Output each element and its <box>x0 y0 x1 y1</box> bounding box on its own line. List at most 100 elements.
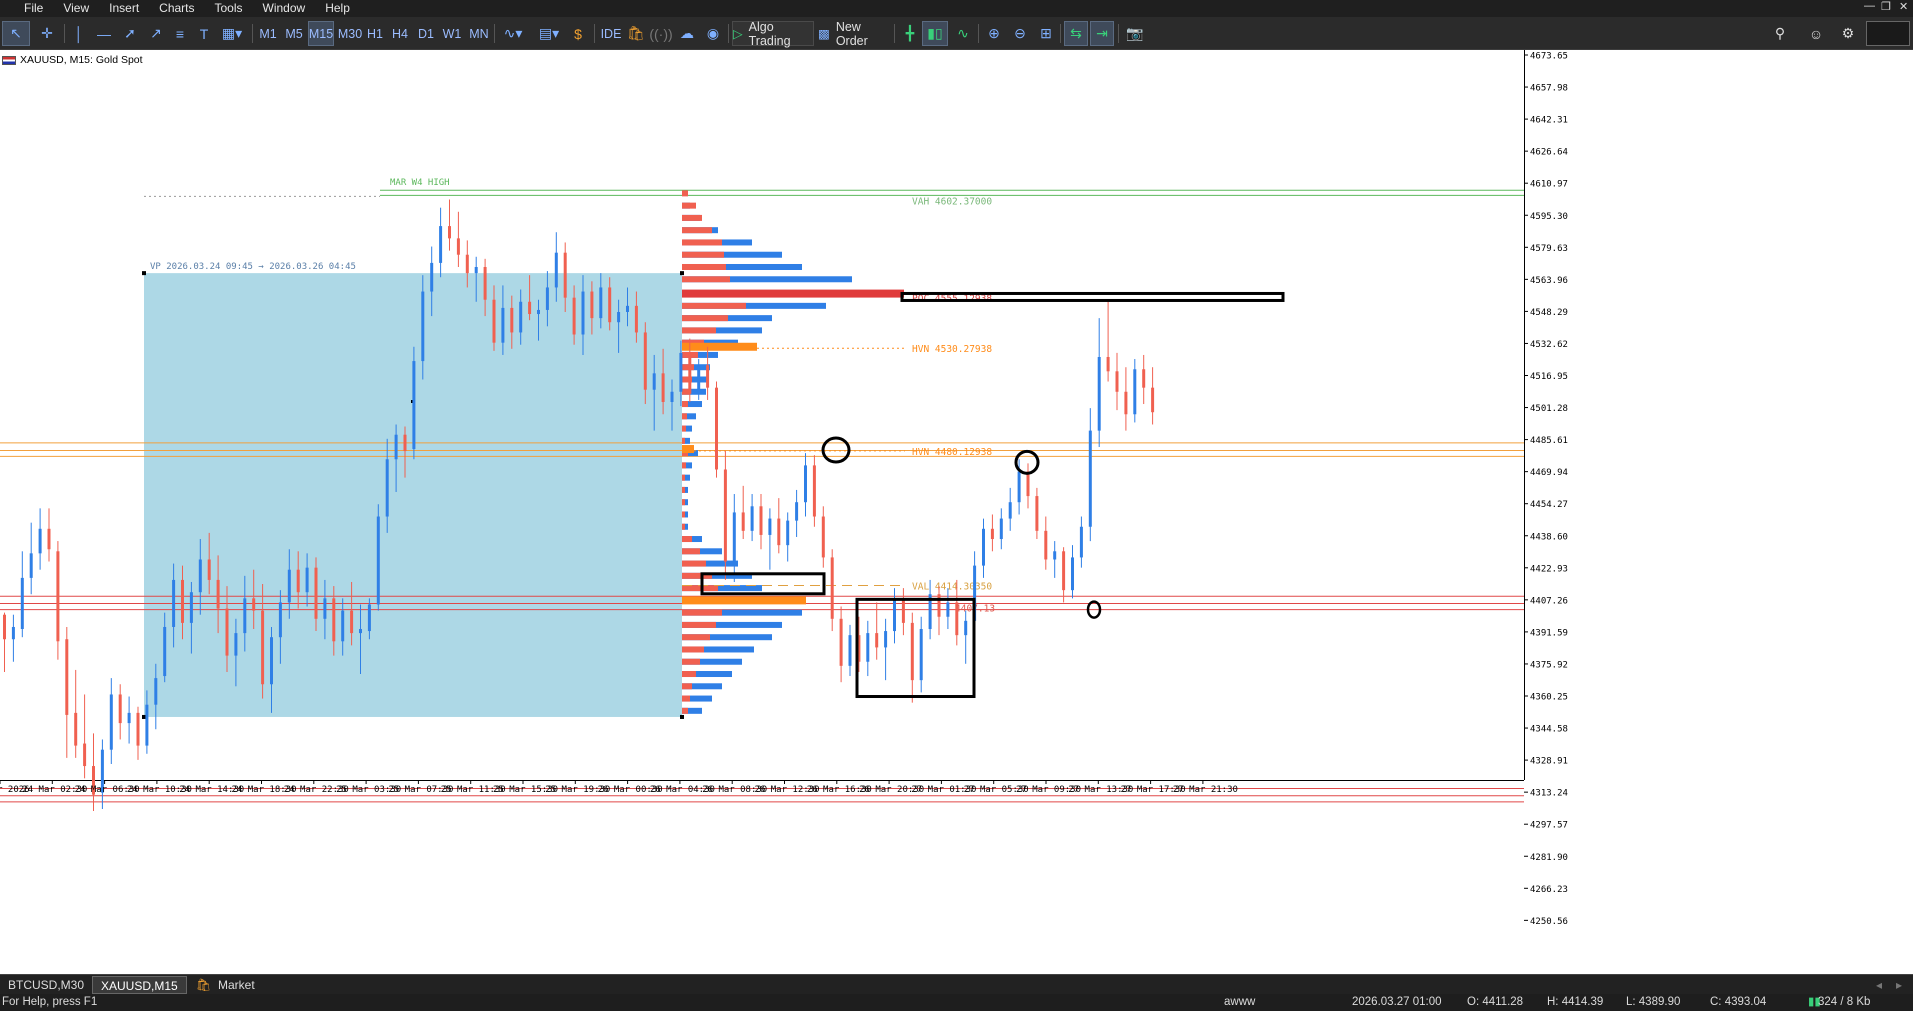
line-chart-icon[interactable]: ∿ <box>950 21 976 46</box>
horizontal-line-icon[interactable]: — <box>92 21 116 46</box>
algo-trading-button[interactable]: ▷ Algo Trading <box>732 20 814 48</box>
vp-anchor-point[interactable] <box>680 714 684 719</box>
timeframe-m30[interactable]: M30 <box>336 21 364 46</box>
chart-area[interactable]: VP 2026.03.24 09:45 → 2026.03.26 04:45 MA… <box>0 50 1913 977</box>
vp-anchor-point[interactable] <box>142 271 146 276</box>
text-icon[interactable]: T <box>192 21 216 46</box>
candle-body <box>839 618 843 666</box>
tab-market[interactable]: Market <box>210 976 263 994</box>
vp-sell-bar <box>682 214 702 221</box>
timeframe-m5[interactable]: M5 <box>282 21 306 46</box>
restore-icon[interactable]: ❐ <box>1881 0 1891 13</box>
candle-body <box>127 712 131 724</box>
timeframe-mn[interactable]: MN <box>466 21 492 46</box>
candle-body <box>946 602 950 617</box>
vp-hvn-bar <box>682 342 757 351</box>
community-icon[interactable]: ◉ <box>700 21 726 46</box>
candle-body <box>759 506 763 535</box>
candle-body <box>1115 371 1119 392</box>
crosshair-icon[interactable]: ✛ <box>34 21 60 46</box>
candle-body <box>919 629 923 681</box>
candle-body <box>572 297 576 335</box>
vp-anchor-point[interactable] <box>680 271 684 276</box>
tab-xauusd[interactable]: XAUUSD,M15 <box>92 976 187 994</box>
candlestick-icon[interactable]: ▮▯ <box>922 21 948 46</box>
candle-body <box>652 373 656 390</box>
candle-body <box>74 712 78 746</box>
candle-body <box>1026 471 1030 497</box>
auto-scroll-icon[interactable]: ⇆ <box>1064 21 1088 46</box>
grid-icon[interactable]: ⊞ <box>1034 21 1058 46</box>
zoom-in-icon[interactable]: ⊕ <box>982 21 1006 46</box>
menu-insert[interactable]: Insert <box>99 0 149 17</box>
menu-help[interactable]: Help <box>315 0 360 17</box>
market-icon[interactable]: 🛍 <box>624 21 648 46</box>
toolbar: ↖ ✛ │ — ➚ ↗ ≡ T ▦▾ M1 M5 M15 M30 H1 H4 D… <box>0 17 1913 50</box>
new-order-button[interactable]: ▩ New Order <box>818 19 890 48</box>
trend-line-icon[interactable]: ➚ <box>118 21 142 46</box>
candle-body <box>270 637 273 685</box>
candle-body <box>367 604 371 632</box>
price-axis-label: 4485.61 <box>1530 436 1568 446</box>
menu-view[interactable]: View <box>53 0 99 17</box>
vp-hvn-bar <box>682 445 694 454</box>
vp-sell-bar <box>682 621 716 628</box>
candle-body <box>492 299 496 343</box>
settings-icon[interactable]: ⚙ <box>1836 21 1860 46</box>
scroll-left-icon[interactable]: ◂ <box>1868 976 1890 994</box>
templates-icon[interactable]: ▤▾ <box>532 21 566 46</box>
candle-body <box>545 287 549 310</box>
signals-icon[interactable]: ((·)) <box>648 21 674 46</box>
tab-btcusd[interactable]: BTCUSD,M30 <box>0 976 92 994</box>
search-icon[interactable]: ⚲ <box>1768 21 1792 46</box>
ide-button[interactable]: IDE <box>598 21 624 46</box>
candle-body <box>626 305 629 312</box>
price-axis-label: 4313.24 <box>1530 789 1568 799</box>
price-chart[interactable]: VP 2026.03.24 09:45 → 2026.03.26 04:45 MA… <box>0 50 1913 977</box>
price-axis-label: 4438.60 <box>1530 532 1568 542</box>
minimize-icon[interactable]: — <box>1864 0 1875 12</box>
cursor-icon[interactable]: ↖ <box>2 21 30 46</box>
candle-body <box>225 608 229 656</box>
vp-range-box[interactable] <box>144 273 682 717</box>
candle-body <box>456 238 460 255</box>
dollar-icon[interactable]: $ <box>566 21 590 46</box>
fibonacci-icon[interactable]: ≡ <box>168 21 192 46</box>
shapes-icon[interactable]: ▦▾ <box>218 21 246 46</box>
candle-body <box>901 600 905 623</box>
chart-shift-icon[interactable]: ⇥ <box>1090 21 1114 46</box>
candle-body <box>866 633 870 662</box>
vertical-line-icon[interactable]: │ <box>68 21 90 46</box>
account-icon[interactable]: ☺ <box>1804 21 1828 46</box>
zoom-out-icon[interactable]: ⊖ <box>1008 21 1032 46</box>
vp-sell-bar <box>682 437 685 444</box>
vps-icon[interactable]: ☁ <box>674 21 700 46</box>
candle-body <box>83 743 87 767</box>
menu-charts[interactable]: Charts <box>149 0 204 17</box>
menu-tools[interactable]: Tools <box>205 0 253 17</box>
timeframe-m15[interactable]: M15 <box>308 21 334 46</box>
vp-sell-bar <box>682 401 688 408</box>
close-icon[interactable]: ✕ <box>1899 0 1908 13</box>
scroll-right-icon[interactable]: ▸ <box>1888 976 1910 994</box>
timeframe-h4[interactable]: H4 <box>388 21 412 46</box>
indicators-icon[interactable]: ∿▾ <box>498 21 528 46</box>
quick-search-input[interactable] <box>1866 21 1910 46</box>
screenshot-icon[interactable]: 📷 <box>1122 21 1148 46</box>
candle-body <box>510 307 514 333</box>
new-order-label: New Order <box>835 19 868 48</box>
timeframe-w1[interactable]: W1 <box>440 21 464 46</box>
candle-body <box>38 528 42 554</box>
menu-window[interactable]: Window <box>253 0 316 17</box>
menu-file[interactable]: File <box>0 0 53 17</box>
channel-icon[interactable]: ↗ <box>144 21 168 46</box>
candle-body <box>528 301 532 315</box>
candle-body <box>768 518 772 535</box>
candle-body <box>715 387 718 470</box>
timeframe-d1[interactable]: D1 <box>414 21 438 46</box>
price-axis-label: 4501.28 <box>1530 404 1568 414</box>
timeframe-h1[interactable]: H1 <box>364 21 386 46</box>
bar-chart-icon[interactable]: ╋ <box>898 21 922 46</box>
timeframe-m1[interactable]: M1 <box>256 21 280 46</box>
candle-body <box>617 311 621 323</box>
